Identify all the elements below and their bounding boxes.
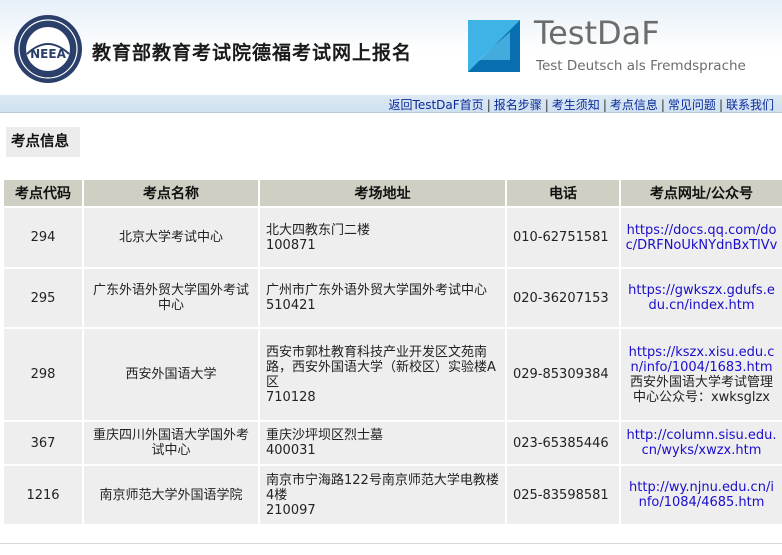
table-row: 1216 南京师范大学外国语学院 南京市宁海路122号南京师范大学电教楼4楼 21…: [4, 466, 782, 524]
nav-link-home[interactable]: 返回TestDaF首页: [389, 98, 484, 112]
address-text: 北大四教东门二楼: [266, 222, 371, 238]
column-header-phone: 电话: [507, 180, 619, 206]
center-url-cell: http://wy.njnu.edu.cn/info/1084/4685.htm: [621, 466, 782, 524]
postal-code: 510421: [266, 298, 316, 313]
table-row: 295 广东外语外贸大学国外考试中心 广州市广东外语外贸大学国外考试中心 5104…: [4, 269, 782, 327]
nav-separator: |: [602, 98, 607, 112]
center-url-cell: http://column.sisu.edu.cn/wyks/xwzx.htm: [621, 422, 782, 464]
wechat-account-note: 西安外国语大学考试管理中心公众号：xwksglzx: [629, 374, 773, 405]
page-header: NEEA 教育部教育考试院德福考试网上报名 TestDaF Test Deuts…: [0, 0, 782, 95]
nav-link-steps[interactable]: 报名步骤: [494, 98, 542, 112]
center-address: 北大四教东门二楼 100871: [260, 208, 505, 267]
center-url-link[interactable]: https://docs.qq.com/doc/DRFNoUkNYdnBxTlV…: [626, 223, 778, 253]
center-address: 西安市郭杜教育科技产业开发区文苑南路，西安外国语大学（新校区）实验楼A区 7101…: [260, 329, 505, 420]
test-centers-table: 考点代码 考点名称 考场地址 电话 考点网址/公众号 294 北京大学考试中心 …: [2, 178, 782, 526]
nav-separator: |: [486, 98, 491, 112]
table-row: 298 西安外国语大学 西安市郭杜教育科技产业开发区文苑南路，西安外国语大学（新…: [4, 329, 782, 420]
center-code: 367: [4, 422, 82, 464]
nav-link-notice[interactable]: 考生须知: [552, 98, 600, 112]
center-code: 298: [4, 329, 82, 420]
nav-link-centers[interactable]: 考点信息: [610, 98, 658, 112]
section-title: 考点信息: [6, 127, 80, 157]
column-header-code: 考点代码: [4, 180, 82, 206]
center-url-cell: https://docs.qq.com/doc/DRFNoUkNYdnBxTlV…: [621, 208, 782, 267]
table-row: 294 北京大学考试中心 北大四教东门二楼 100871 010-62751581…: [4, 208, 782, 267]
center-phone: 010-62751581: [507, 208, 619, 267]
column-header-address: 考场地址: [260, 180, 505, 206]
center-name: 南京师范大学外国语学院: [84, 466, 258, 524]
address-text: 西安市郭杜教育科技产业开发区文苑南路，西安外国语大学（新校区）实验楼A区: [266, 344, 496, 390]
address-text: 广州市广东外语外贸大学国外考试中心: [266, 283, 488, 298]
center-code: 1216: [4, 466, 82, 524]
postal-code: 100871: [266, 237, 316, 253]
logo-text: NEEA: [30, 47, 66, 61]
testdaf-subtitle: Test Deutsch als Fremdsprache: [536, 58, 746, 74]
center-url-link[interactable]: https://kszx.xisu.edu.cn/info/1004/1683.…: [629, 345, 775, 375]
center-url-cell: https://gwkszx.gdufs.edu.cn/index.htm: [621, 269, 782, 327]
center-url-cell: https://kszx.xisu.edu.cn/info/1004/1683.…: [621, 329, 782, 420]
nav-separator: |: [544, 98, 549, 112]
center-code: 295: [4, 269, 82, 327]
center-phone: 023-65385446: [507, 422, 619, 464]
table-row: 367 重庆四川外国语大学国外考试中心 重庆沙坪坝区烈士墓 400031 023-…: [4, 422, 782, 464]
column-header-name: 考点名称: [84, 180, 258, 206]
center-name: 西安外国语大学: [84, 329, 258, 420]
center-name: 广东外语外贸大学国外考试中心: [84, 269, 258, 327]
nav-link-faq[interactable]: 常见问题: [668, 98, 716, 112]
center-name: 重庆四川外国语大学国外考试中心: [84, 422, 258, 464]
center-address: 广州市广东外语外贸大学国外考试中心 510421: [260, 269, 505, 327]
address-text: 南京市宁海路122号南京师范大学电教楼4楼: [266, 472, 499, 503]
center-url-link[interactable]: http://column.sisu.edu.cn/wyks/xwzx.htm: [627, 428, 777, 458]
nav-separator: |: [718, 98, 723, 112]
center-phone: 029-85309384: [507, 329, 619, 420]
postal-code: 710128: [266, 389, 316, 405]
nav-separator: |: [660, 98, 665, 112]
center-phone: 020-36207153: [507, 269, 619, 327]
nav-links: 返回TestDaF首页 | 报名步骤 | 考生须知 | 考点信息 | 常见问题 | 联系我们: [389, 96, 774, 113]
top-nav: 返回TestDaF首页 | 报名步骤 | 考生须知 | 考点信息 | 常见问题 | 联系我们: [0, 95, 782, 113]
center-name: 北京大学考试中心: [84, 208, 258, 267]
site-title: 教育部教育考试院德福考试网上报名: [92, 42, 413, 64]
center-address: 重庆沙坪坝区烈士墓 400031: [260, 422, 505, 464]
neea-logo-icon: NEEA: [14, 15, 82, 83]
address-text: 重庆沙坪坝区烈士墓: [266, 428, 384, 443]
testdaf-logo-icon: [468, 20, 520, 72]
center-code: 294: [4, 208, 82, 267]
testdaf-name: TestDaF: [534, 14, 660, 52]
center-address: 南京市宁海路122号南京师范大学电教楼4楼 210097: [260, 466, 505, 524]
center-url-link[interactable]: http://wy.njnu.edu.cn/info/1084/4685.htm: [629, 480, 774, 510]
nav-link-contact[interactable]: 联系我们: [726, 98, 774, 112]
table-header-row: 考点代码 考点名称 考场地址 电话 考点网址/公众号: [4, 180, 782, 206]
column-header-url: 考点网址/公众号: [621, 180, 782, 206]
postal-code: 210097: [266, 502, 316, 518]
center-phone: 025-83598581: [507, 466, 619, 524]
postal-code: 400031: [266, 443, 316, 458]
footer-divider: [0, 543, 782, 555]
center-url-link[interactable]: https://gwkszx.gdufs.edu.cn/index.htm: [628, 283, 775, 313]
